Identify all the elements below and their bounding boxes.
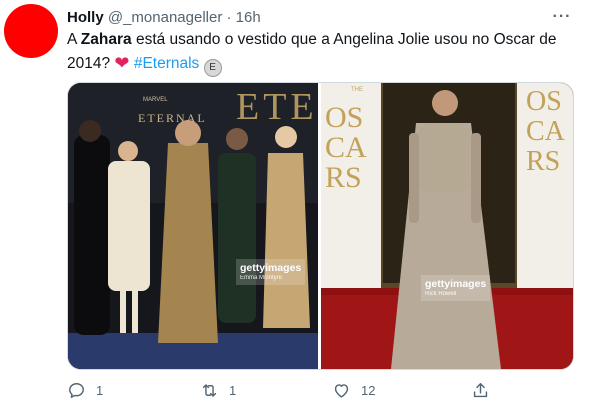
getty-watermark-right: gettyimages Rick Rowell (421, 275, 491, 301)
getty-credit-left: Emma McIntyre (240, 275, 283, 281)
action-bar: 1 1 12 (67, 380, 572, 400)
tweet-timestamp[interactable]: 16h (236, 9, 261, 26)
reply-count: 1 (96, 382, 104, 398)
getty-watermark-left: gettyimages Emma McIntyre (236, 259, 306, 285)
author-name[interactable]: Holly (67, 9, 104, 26)
poster-big-letters: ETE (236, 86, 318, 128)
heart-icon (334, 383, 349, 398)
getty-credit-right: Rick Rowell (425, 291, 457, 297)
hashtag-link[interactable]: #Eternals (134, 55, 199, 72)
retweet-count: 1 (229, 382, 237, 398)
reply-button[interactable]: 1 (67, 380, 103, 400)
oscars-banner-left: OSCARS (325, 101, 367, 194)
poster-small-text: MARVEL (143, 97, 168, 103)
oscars-banner-right: OSCARS (526, 86, 565, 177)
tweet[interactable]: Holly @_monanageller · 16h ··· A Zahara … (0, 0, 590, 413)
share-button[interactable] (471, 380, 490, 400)
more-options-icon[interactable]: ··· (550, 8, 574, 28)
like-count: 12 (361, 382, 376, 398)
avatar[interactable] (4, 4, 58, 58)
share-icon (473, 382, 488, 397)
tweet-text: A Zahara está usando o vestido que a Ang… (67, 29, 567, 77)
heart-emoji-icon: ❤ (114, 53, 130, 73)
like-button[interactable]: 12 (332, 380, 375, 400)
tweet-header: Holly @_monanageller · 16h (67, 8, 261, 28)
photo-eternals-premiere[interactable]: ETERNAL MARVEL ETE gettyimages Emma McIn… (68, 83, 318, 369)
getty-brand-right: gettyimages (425, 278, 487, 290)
separator-dot: · (226, 9, 232, 26)
media-grid: ETERNAL MARVEL ETE gettyimages Emma McIn… (67, 82, 574, 370)
getty-brand-left: gettyimages (240, 262, 302, 274)
tweet-text-bold: Zahara (80, 31, 132, 48)
poster-title: ETERNAL (138, 111, 207, 125)
reply-icon (69, 382, 84, 398)
retweet-button[interactable]: 1 (200, 380, 236, 400)
tweet-text-prefix: A (67, 31, 81, 48)
retweet-icon (202, 383, 217, 397)
eternals-emoji-icon: E (203, 59, 222, 77)
author-handle[interactable]: @_monanageller (108, 9, 222, 26)
photo-oscars-2014[interactable]: THE OSCARS OSCARS gettyimages Rick Rowel… (321, 83, 573, 369)
oscars-banner-small: THE (351, 87, 363, 93)
